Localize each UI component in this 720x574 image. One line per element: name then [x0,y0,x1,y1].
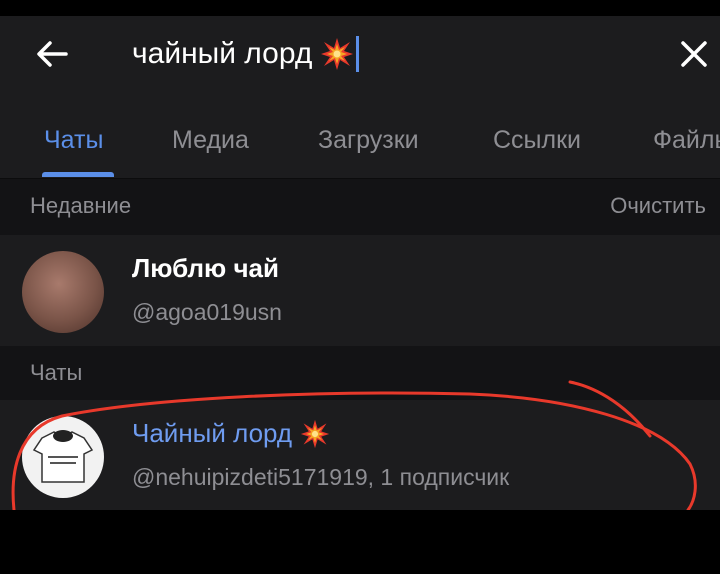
recent-item-name-text: Люблю чай [132,253,279,283]
close-icon [681,41,707,67]
tshirt-meme-icon [32,430,94,483]
collision-emoji-icon [300,419,330,448]
search-tabs: Чаты Медиа Загрузки Ссылки Файлы [0,120,720,178]
active-tab-indicator [42,172,114,177]
clear-recent-button[interactable]: Очистить [610,193,706,219]
chat-result-name-text: Чайный лорд [132,418,293,448]
recent-section-header: Недавние Очистить [0,179,720,235]
tab-chats[interactable]: Чаты [44,126,103,155]
search-input[interactable]: чайный лорд [132,34,360,74]
search-bar: чайный лорд [0,16,720,102]
chat-result-item[interactable]: Чайный лорд @nehuipizdeti5171919, 1 подп… [0,400,720,508]
tab-links[interactable]: Ссылки [493,126,581,155]
chats-section-title: Чаты [30,360,83,385]
avatar [22,251,104,333]
search-screen: чайный лорд Чаты Медиа Загрузки Ссылки Ф… [0,16,720,510]
tab-files[interactable]: Файлы [653,126,720,155]
chats-section-header: Чаты [0,346,720,400]
avatar [22,416,104,498]
recent-section-title: Недавние [30,193,132,218]
search-query: чайный лорд [132,37,313,70]
tab-media[interactable]: Медиа [172,126,249,155]
text-caret [356,36,360,72]
clear-search-button[interactable] [672,32,716,76]
back-button[interactable] [30,32,74,76]
chat-result-name: Чайный лорд [132,418,330,449]
tab-downloads[interactable]: Загрузки [318,126,419,155]
arrow-left-icon [37,41,68,67]
collision-emoji-icon [321,38,354,70]
chat-result-subtitle: @nehuipizdeti5171919, 1 подписчик [132,464,510,490]
recent-item-username: @agoa019usn [132,299,282,325]
recent-item[interactable]: Люблю чай @agoa019usn [0,235,720,343]
recent-item-name: Люблю чай [132,253,279,284]
